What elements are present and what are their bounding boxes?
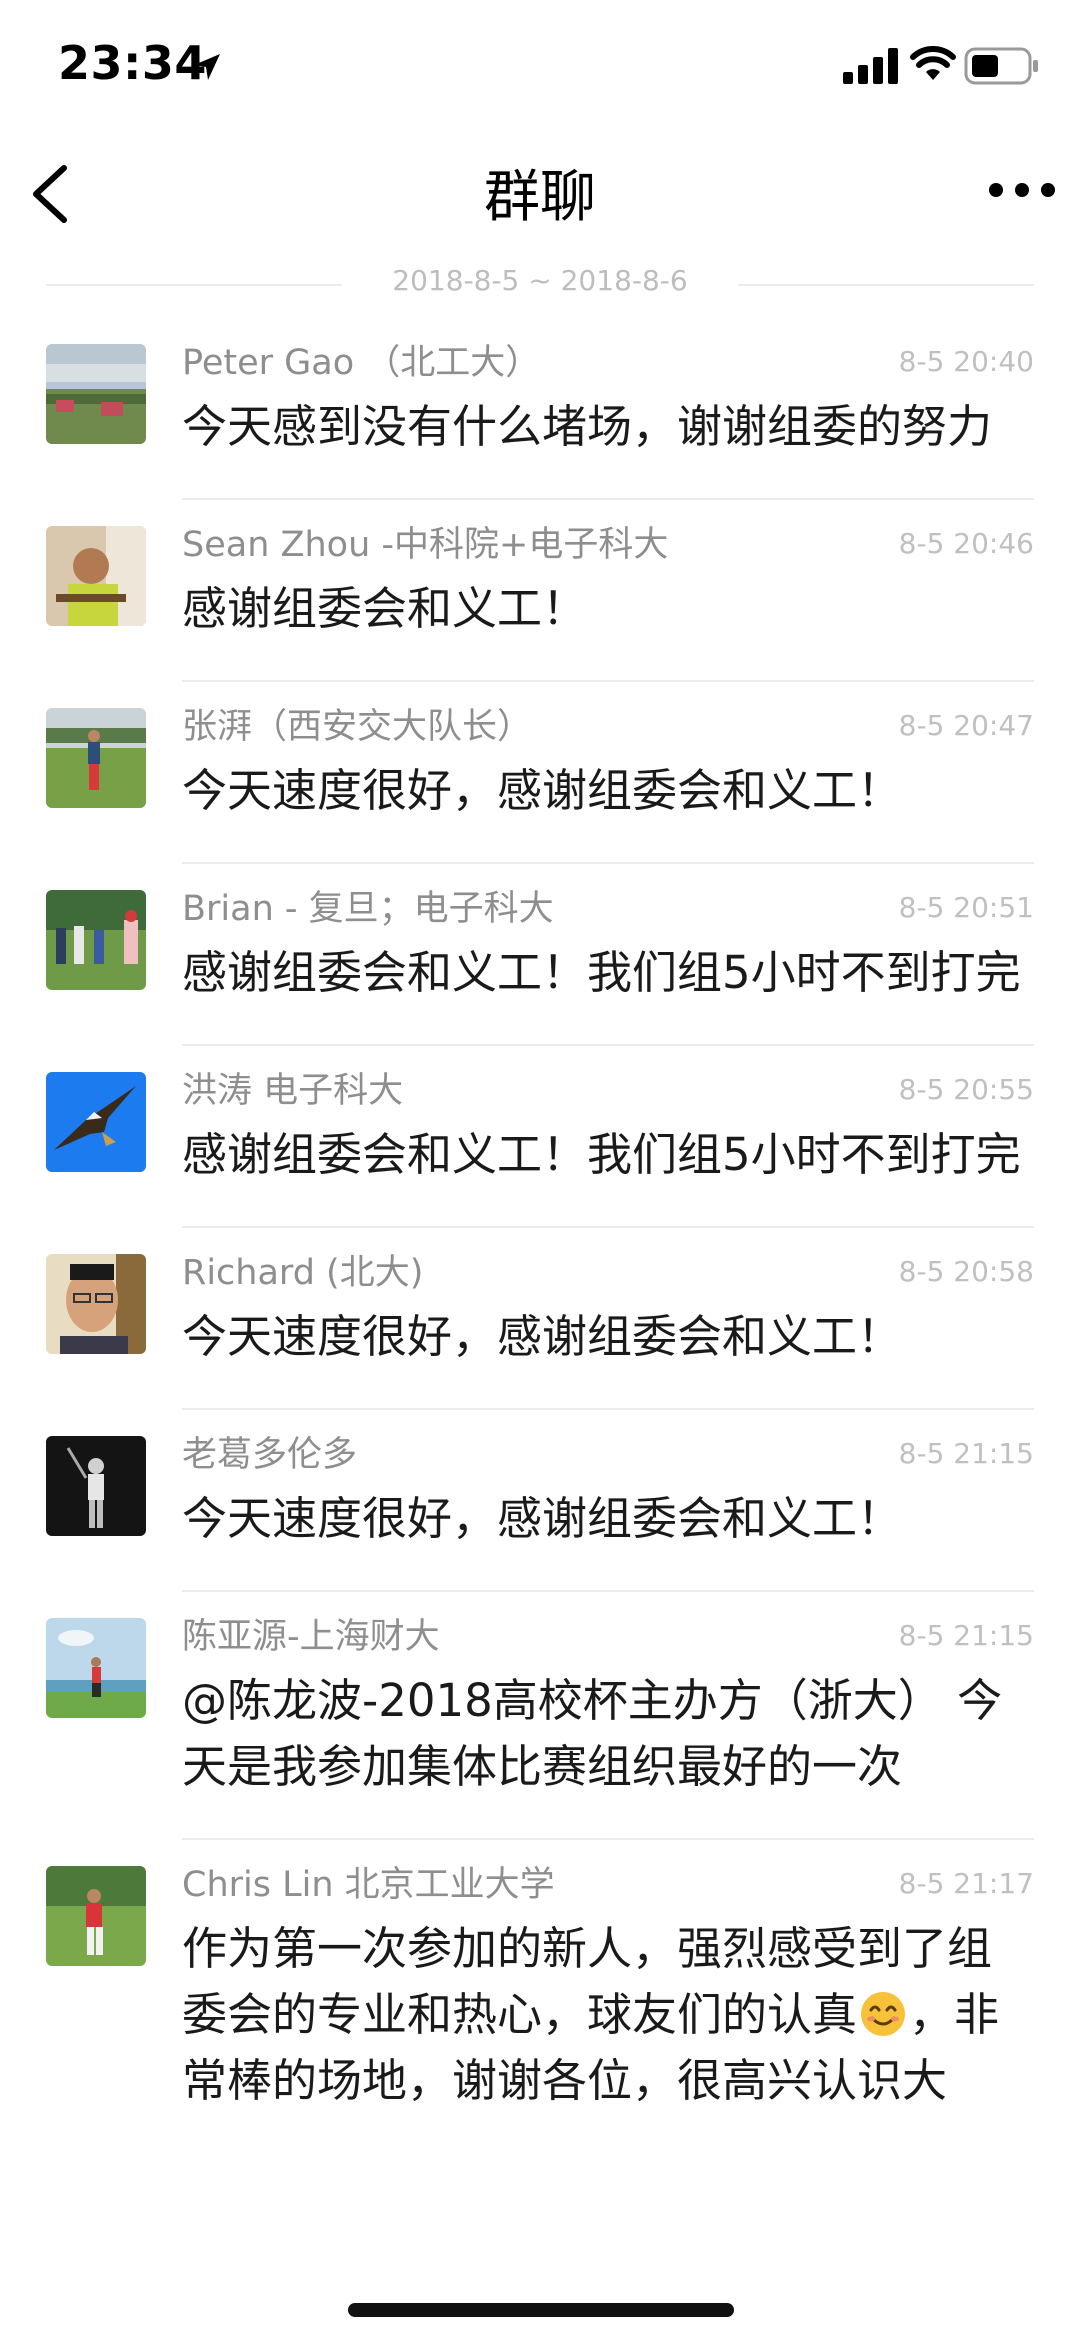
message-time: 8-5 20:40 <box>898 345 1034 378</box>
battery-icon <box>964 47 1038 85</box>
message-item[interactable]: Richard (北大) 8-5 20:58 今天速度很好，感谢组委会和义工！ <box>0 1228 1080 1410</box>
message-time: 8-5 21:15 <box>898 1619 1034 1652</box>
avatar[interactable] <box>46 344 146 444</box>
message-text: 感谢组委会和义工！ <box>182 582 588 635</box>
page-title: 群聊 <box>484 165 596 230</box>
status-bar: 23:34 <box>0 0 1080 130</box>
message-item[interactable]: 老葛多伦多 8-5 21:15 今天速度很好，感谢组委会和义工！ <box>0 1410 1080 1592</box>
avatar[interactable] <box>46 890 146 990</box>
message-item[interactable]: Chris Lin 北京工业大学 8-5 21:17 作为第一次参加的新人，强烈… <box>0 1840 1080 2152</box>
message-item[interactable]: 陈亚源-上海财大 8-5 21:15 @陈龙波-2018高校杯主办方（浙大） 今… <box>0 1592 1080 1840</box>
home-indicator[interactable] <box>348 2303 734 2317</box>
message-time: 8-5 20:55 <box>898 1073 1034 1106</box>
wifi-icon <box>910 46 956 80</box>
smiling-face-emoji-icon <box>861 1992 906 2036</box>
date-range-header: 2018-8-5 ~ 2018-8-6 <box>46 262 1034 310</box>
avatar[interactable] <box>46 1618 146 1718</box>
cellular-signal-icon <box>843 48 898 84</box>
avatar[interactable] <box>46 1072 146 1172</box>
status-time: 23:34 <box>58 36 207 90</box>
message-time: 8-5 20:47 <box>898 709 1034 742</box>
avatar[interactable] <box>46 708 146 808</box>
message-text: 感谢组委会和义工！我们组5小时不到打完 <box>182 946 1021 999</box>
message-text: 今天速度很好，感谢组委会和义工！ <box>182 764 903 817</box>
message-item[interactable]: 洪涛 电子科大 8-5 20:55 感谢组委会和义工！我们组5小时不到打完 <box>0 1046 1080 1228</box>
divider-line <box>738 284 1034 286</box>
message-item[interactable]: 张湃（西安交大队长） 8-5 20:47 今天速度很好，感谢组委会和义工！ <box>0 682 1080 864</box>
message-item[interactable]: Brian - 复旦；电子科大 8-5 20:51 感谢组委会和义工！我们组5小… <box>0 864 1080 1046</box>
message-item[interactable]: Peter Gao （北工大） 8-5 20:40 今天感到没有什么堵场，谢谢组… <box>0 318 1080 500</box>
message-text: 今天速度很好，感谢组委会和义工！ <box>182 1492 903 1545</box>
message-list[interactable]: Peter Gao （北工大） 8-5 20:40 今天感到没有什么堵场，谢谢组… <box>0 318 1080 2152</box>
avatar[interactable] <box>46 1866 146 1966</box>
message-text: 今天感到没有什么堵场，谢谢组委的努力 <box>182 400 993 453</box>
message-time: 8-5 21:17 <box>898 1867 1034 1900</box>
message-text: 今天速度很好，感谢组委会和义工！ <box>182 1310 903 1363</box>
avatar[interactable] <box>46 1254 146 1354</box>
avatar[interactable] <box>46 526 146 626</box>
message-text: @陈龙波-2018高校杯主办方（浙大） 今天是我参加集体比赛组织最好的一次 <box>182 1674 1003 1793</box>
message-text: 作为第一次参加的新人，强烈感受到了组委会的专业和热心，球友们的认真 ，非常棒的场… <box>182 1916 1034 2114</box>
message-item[interactable]: Sean Zhou -中科院+电子科大 8-5 20:46 感谢组委会和义工！ <box>0 500 1080 682</box>
message-time: 8-5 20:51 <box>898 891 1034 924</box>
more-options-icon[interactable] <box>982 160 1062 220</box>
location-arrow-icon <box>194 54 220 80</box>
message-time: 8-5 20:58 <box>898 1255 1034 1288</box>
message-time: 8-5 20:46 <box>898 527 1034 560</box>
message-time: 8-5 21:15 <box>898 1437 1034 1470</box>
date-range-label: 2018-8-5 ~ 2018-8-6 <box>392 264 688 297</box>
avatar[interactable] <box>46 1436 146 1536</box>
nav-bar: 群聊 <box>0 130 1080 250</box>
message-text: 感谢组委会和义工！我们组5小时不到打完 <box>182 1128 1021 1181</box>
